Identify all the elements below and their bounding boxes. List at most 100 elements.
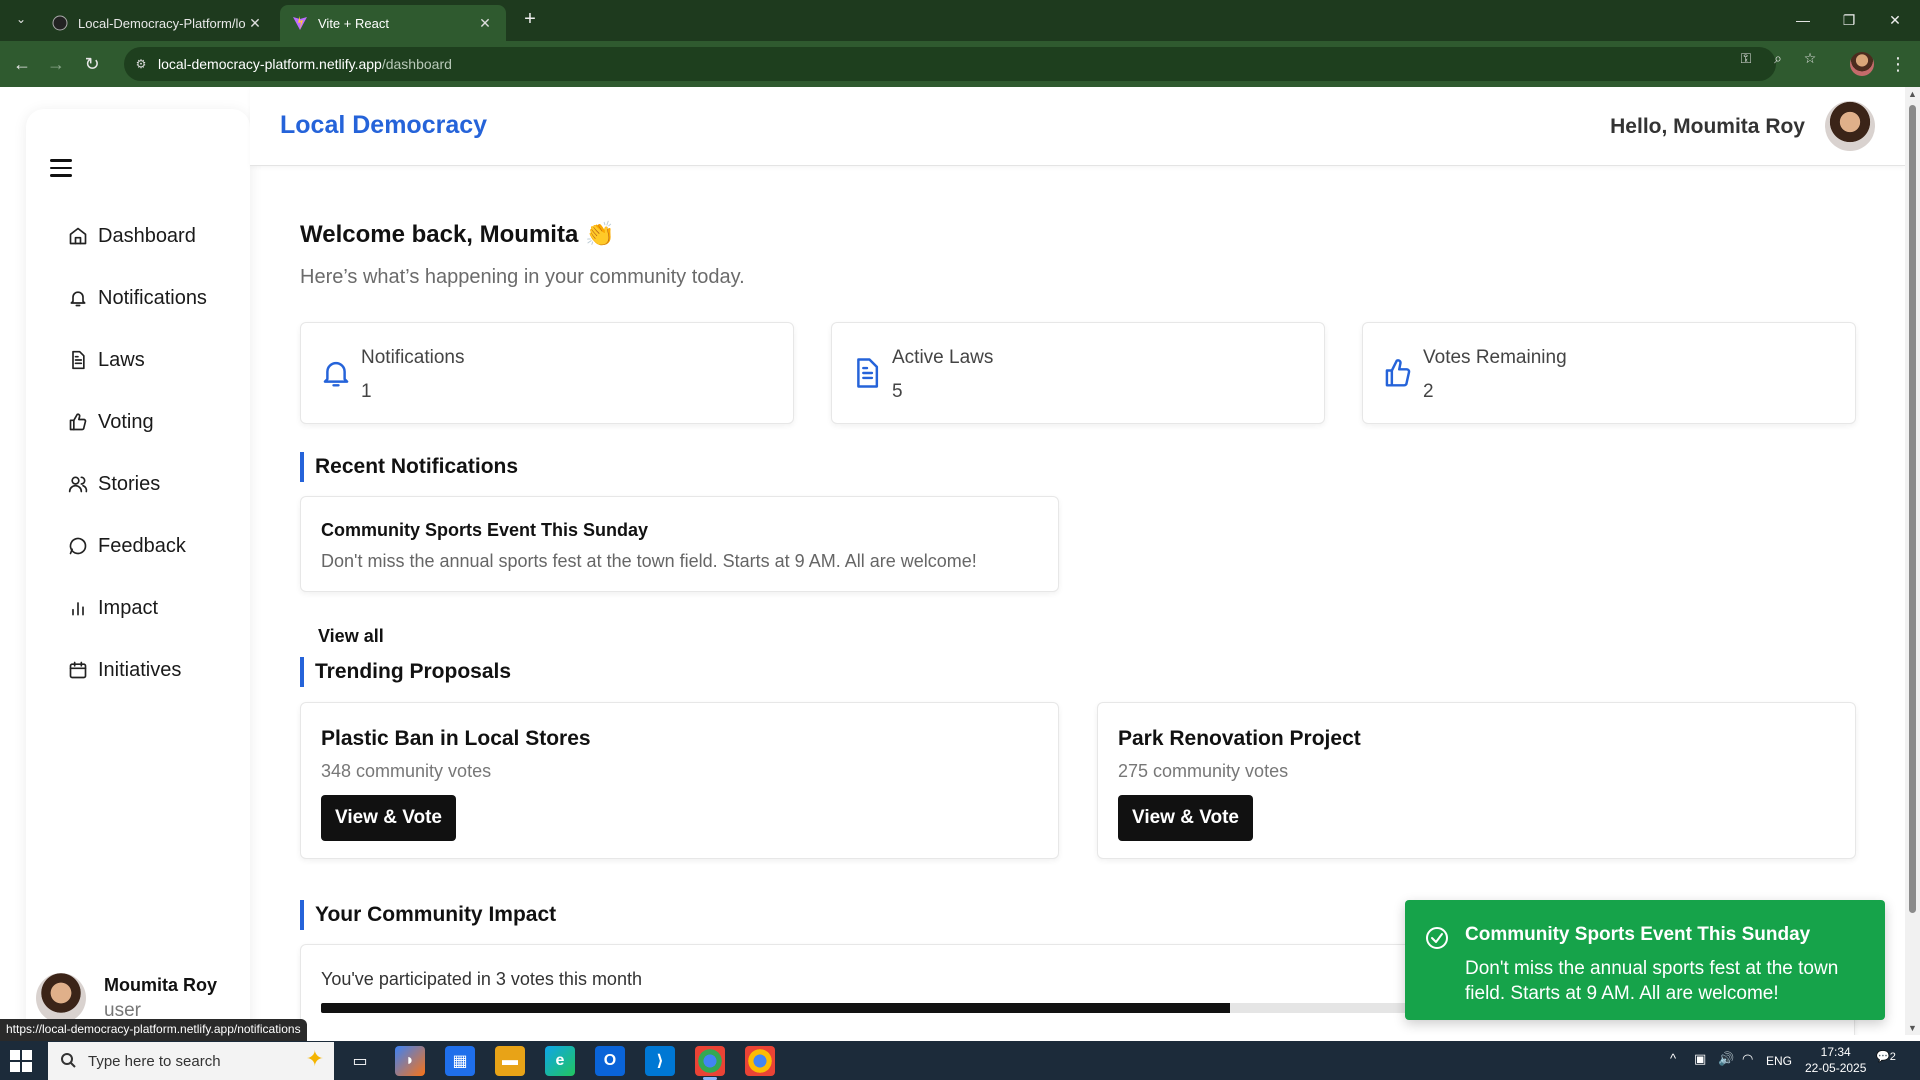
edge-icon[interactable]: e [545, 1046, 575, 1076]
sidebar-item-voting[interactable]: Voting [68, 405, 154, 439]
notification-card[interactable]: Community Sports Event This Sunday Don't… [300, 496, 1059, 592]
page-subtitle: Here’s what’s happening in your communit… [300, 266, 745, 288]
notification-toast[interactable]: Community Sports Event This Sunday Don't… [1405, 900, 1885, 1020]
password-key-icon[interactable]: ⚿ [1736, 48, 1756, 68]
tab-search-icon[interactable]: ⌄ [10, 8, 32, 30]
document-icon [852, 357, 882, 389]
restore-button[interactable]: ❐ [1826, 6, 1872, 34]
sidebar-item-impact[interactable]: Impact [68, 591, 158, 625]
browser-menu-icon[interactable]: ⋮ [1886, 52, 1910, 76]
stat-label: Votes Remaining [1423, 347, 1567, 368]
vite-icon [293, 16, 307, 30]
sidebar-item-dashboard[interactable]: Dashboard [68, 219, 196, 253]
sidebar-item-label: Initiatives [98, 658, 182, 681]
check-circle-icon [1425, 926, 1449, 950]
site-info-icon[interactable]: ⚙ [132, 55, 150, 73]
proposal-votes: 275 community votes [1118, 761, 1289, 781]
view-vote-button[interactable]: View & Vote [1118, 795, 1253, 841]
profile-avatar[interactable] [1850, 52, 1874, 76]
task-view-icon[interactable]: ▭ [345, 1046, 375, 1076]
bookmark-star-icon[interactable]: ☆ [1800, 48, 1820, 68]
reload-icon[interactable]: ↻ [80, 52, 104, 76]
address-bar[interactable]: ⚙ local-democracy-platform.netlify.app/d… [124, 47, 1776, 81]
home-icon [68, 226, 88, 246]
hamburger-menu-icon[interactable] [50, 159, 72, 177]
tab-title: Local-Democracy-Platform/loc [78, 15, 246, 31]
view-all-link[interactable]: View all [318, 626, 384, 647]
url-text[interactable]: local-democracy-platform.netlify.app/das… [158, 56, 452, 72]
avatar [36, 973, 86, 1023]
action-center-icon[interactable]: 💬2 [1876, 1050, 1902, 1072]
sidebar-item-feedback[interactable]: Feedback [68, 529, 186, 563]
windows-start-icon[interactable] [10, 1050, 32, 1072]
stat-value: 1 [361, 381, 372, 402]
proposal-card: Plastic Ban in Local Stores 348 communit… [300, 702, 1059, 859]
toast-title: Community Sports Event This Sunday [1465, 924, 1811, 945]
sidebar-item-label: Feedback [98, 534, 186, 557]
sidebar-item-laws[interactable]: Laws [68, 343, 145, 377]
bar-chart-icon [68, 598, 88, 618]
impact-progress-fill [321, 1003, 1230, 1013]
sidebar: Dashboard Notifications Laws Voting Stor… [26, 109, 250, 1035]
toast-message: Don't miss the annual sports fest at the… [1465, 958, 1839, 1004]
proposal-title: Plastic Ban in Local Stores [321, 727, 591, 750]
search-icon [60, 1052, 76, 1068]
chrome-icon[interactable] [695, 1046, 725, 1080]
scroll-up-icon[interactable]: ▲ [1908, 89, 1917, 99]
outlook-icon[interactable]: O [595, 1046, 625, 1076]
file-explorer-icon[interactable]: ▬ [495, 1046, 525, 1076]
forward-icon[interactable]: → [44, 52, 68, 76]
close-icon[interactable]: ✕ [476, 15, 494, 32]
sidebar-user[interactable]: Moumita Roy user [36, 973, 217, 1023]
taskbar-search[interactable]: Type here to search ✦ [48, 1042, 334, 1080]
tray-chevron-icon[interactable]: ^ [1670, 1051, 1676, 1066]
meet-now-icon[interactable]: ▣ [1694, 1051, 1706, 1067]
sidebar-item-label: Voting [98, 410, 154, 433]
copilot-icon[interactable]: ◗ [395, 1046, 425, 1076]
page-scrollbar[interactable]: ▲ ▼ [1905, 87, 1920, 1035]
wifi-icon[interactable]: ◠ [1742, 1051, 1753, 1067]
notification-count: 2 [1889, 1051, 1896, 1063]
language-indicator[interactable]: ENG [1766, 1054, 1792, 1068]
zoom-icon[interactable]: ⌕ [1768, 48, 1788, 68]
sidebar-item-label: Dashboard [98, 224, 196, 247]
proposal-votes: 348 community votes [321, 761, 492, 781]
notification-message: Don't miss the annual sports fest at the… [321, 551, 977, 571]
clock[interactable]: 17:34 22-05-2025 [1805, 1044, 1866, 1076]
chrome-profile-icon[interactable] [745, 1046, 775, 1076]
scrollbar-thumb[interactable] [1909, 105, 1916, 913]
close-icon[interactable]: ✕ [246, 15, 264, 32]
view-vote-button[interactable]: View & Vote [321, 795, 456, 841]
stat-value: 5 [892, 381, 903, 402]
header-avatar[interactable] [1825, 101, 1875, 151]
sidebar-item-label: Notifications [98, 286, 207, 309]
new-tab-button[interactable]: + [518, 8, 542, 32]
stat-card-notifications: Notifications 1 [300, 322, 794, 424]
tab-vite-react[interactable]: Vite + React ✕ [280, 5, 506, 41]
minimize-button[interactable]: — [1780, 6, 1826, 34]
sidebar-item-stories[interactable]: Stories [68, 467, 160, 501]
proposal-title: Park Renovation Project [1118, 727, 1361, 750]
store-icon[interactable]: ▦ [445, 1046, 475, 1076]
tab-github[interactable]: Local-Democracy-Platform/loc ✕ [40, 5, 276, 41]
sidebar-item-initiatives[interactable]: Initiatives [68, 653, 181, 687]
link-status-tooltip: https://local-democracy-platform.netlify… [0, 1019, 307, 1041]
sidebar-item-label: Laws [98, 348, 145, 371]
notification-title: Community Sports Event This Sunday [321, 520, 649, 540]
bell-icon [321, 357, 351, 389]
clock-time: 17:34 [1820, 1045, 1851, 1059]
users-icon [68, 474, 88, 494]
recent-notifications-heading: Recent Notifications [300, 452, 518, 482]
close-window-button[interactable]: ✕ [1872, 6, 1918, 34]
back-icon[interactable]: ← [10, 52, 34, 76]
volume-icon[interactable]: 🔊 [1718, 1051, 1734, 1067]
sidebar-item-notifications[interactable]: Notifications [68, 281, 207, 315]
stat-value: 2 [1423, 381, 1434, 402]
stat-label: Notifications [361, 347, 465, 368]
vscode-icon[interactable]: ⟩ [645, 1046, 675, 1076]
app-header: Local Democracy Hello, Moumita Roy [250, 87, 1905, 166]
brand-logo[interactable]: Local Democracy [280, 111, 487, 140]
calendar-icon [68, 660, 88, 680]
browser-toolbar: ← → ↻ ⚙ local-democracy-platform.netlify… [0, 41, 1920, 87]
scroll-down-icon[interactable]: ▼ [1908, 1023, 1917, 1033]
